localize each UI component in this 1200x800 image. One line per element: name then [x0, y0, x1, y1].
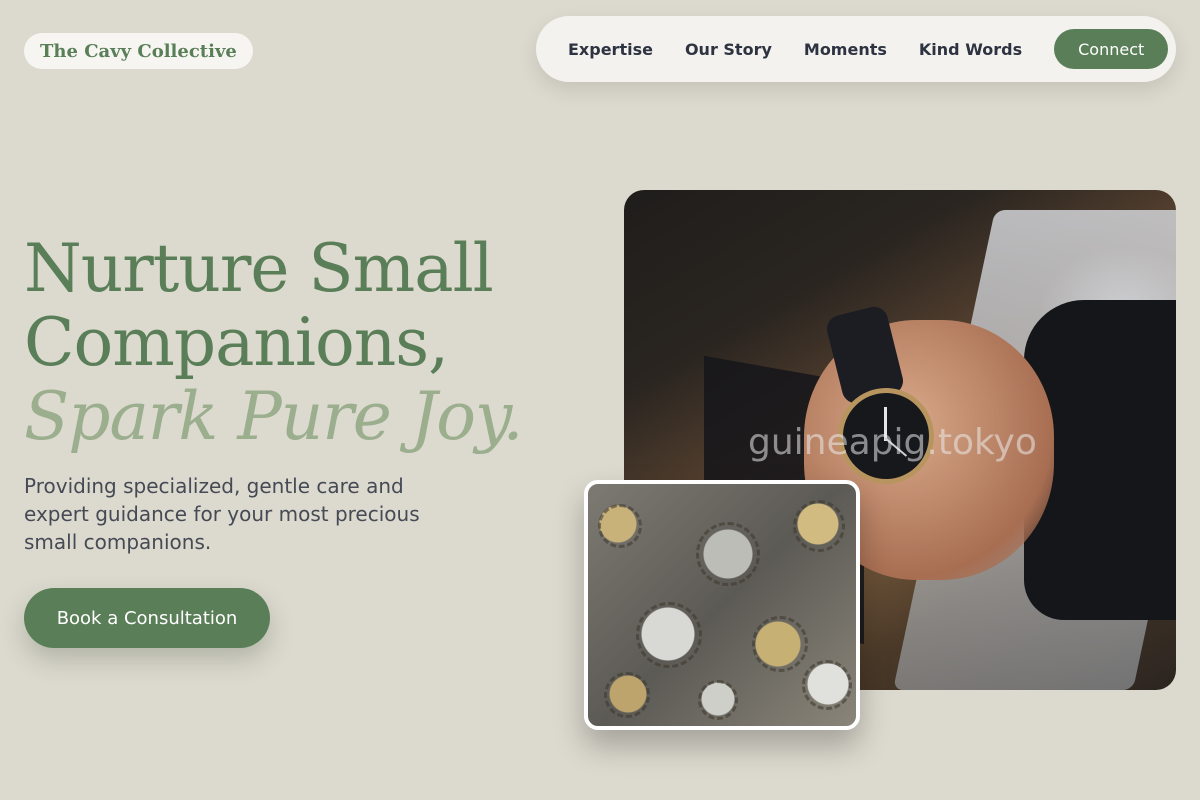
hero-title: Nurture Small Companions, Spark Pure Joy… [24, 232, 584, 454]
brand-name: The Cavy Collective [40, 40, 237, 62]
gear-icon [698, 680, 738, 720]
gear-icon [793, 500, 845, 552]
hero-title-line-1: Nurture Small [24, 230, 494, 307]
hero-title-line-2: Companions, [24, 304, 449, 381]
image-watermark: guineapig.tokyo [748, 422, 1037, 463]
gear-icon [802, 660, 852, 710]
hero-subtitle: Providing specialized, gentle care and e… [24, 474, 420, 554]
hero-title-accent: Spark Pure Joy. [24, 378, 524, 455]
gear-icon [636, 602, 702, 668]
gear-icon [604, 672, 650, 718]
nav-link-kind-words[interactable]: Kind Words [919, 40, 1022, 59]
brand-logo[interactable]: The Cavy Collective [24, 33, 253, 69]
gear-icon [696, 522, 760, 586]
page: The Cavy Collective Expertise Our Story … [0, 0, 1200, 800]
hero-secondary-image [584, 480, 860, 730]
nav-link-moments[interactable]: Moments [804, 40, 887, 59]
book-consultation-button[interactable]: Book a Consultation [24, 588, 270, 648]
gear-icon [598, 504, 642, 548]
main-nav: Expertise Our Story Moments Kind Words C… [536, 16, 1176, 82]
nav-link-expertise[interactable]: Expertise [568, 40, 653, 59]
gear-icon [752, 616, 808, 672]
nav-link-our-story[interactable]: Our Story [685, 40, 772, 59]
connect-button[interactable]: Connect [1054, 29, 1169, 69]
